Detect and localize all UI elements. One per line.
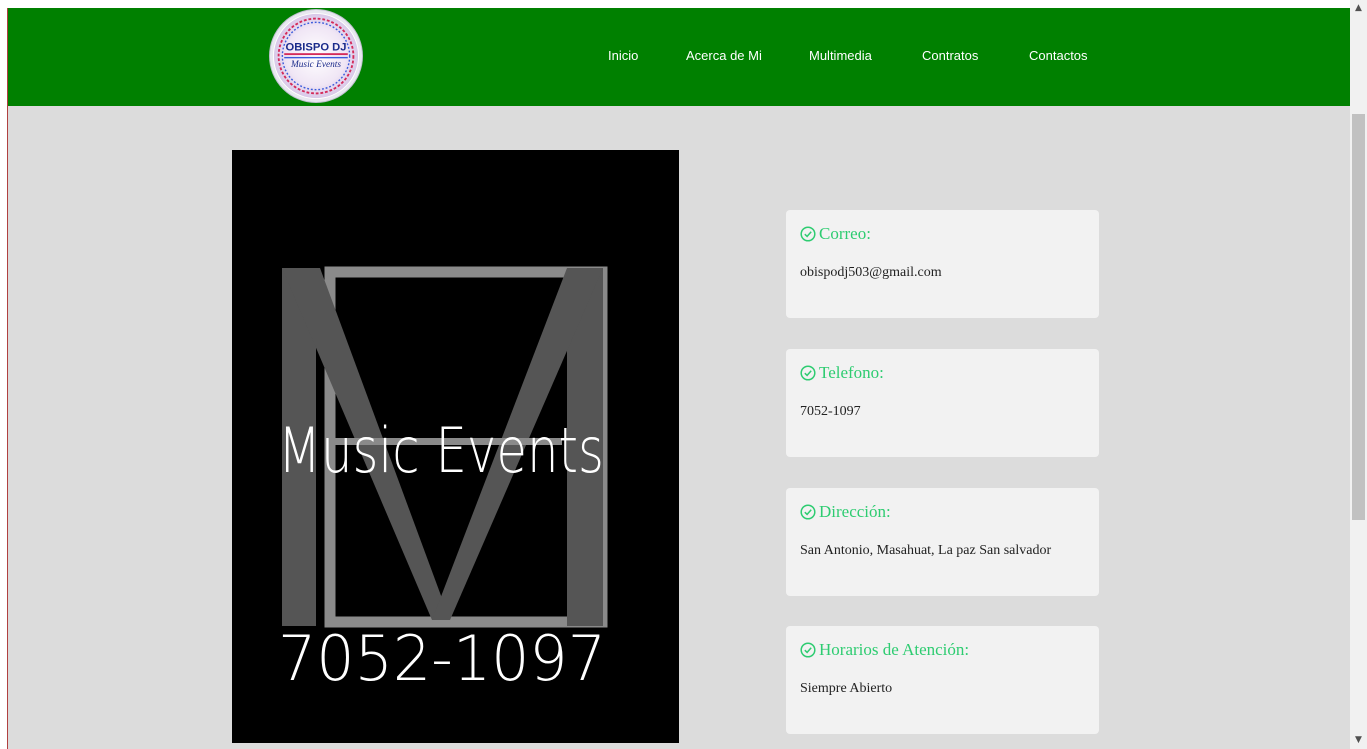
email-value: obispodj503@gmail.com [800, 265, 942, 280]
check-circle-icon [800, 504, 816, 520]
hours-value: Siempre Abierto [800, 681, 893, 696]
contact-card-address: Dirección: San Antonio, Masahuat, La paz… [786, 488, 1099, 596]
email-label: Correo: [819, 224, 871, 243]
contact-card-title: Telefono: [800, 363, 1085, 383]
check-circle-icon [800, 226, 816, 242]
navbar: OBISPO DJ Music Events Inicio Acerca de … [8, 8, 1350, 106]
nav-multimedia[interactable]: Multimedia [809, 48, 872, 63]
nav-menu: Inicio Acerca de Mi Multimedia Contratos… [8, 48, 1350, 68]
vertical-scrollbar[interactable]: ▲ ▼ [1350, 0, 1367, 749]
window-left-edge [0, 8, 8, 749]
nav-contactos[interactable]: Contactos [1029, 48, 1088, 63]
contact-card-title: Horarios de Atención: [800, 640, 1085, 660]
phone-label: Telefono: [819, 363, 884, 382]
nav-inicio[interactable]: Inicio [608, 48, 638, 63]
window-top-strip [0, 0, 1350, 8]
contact-card-phone: Telefono: 7052-1097 [786, 349, 1099, 457]
hours-label: Horarios de Atención: [819, 640, 970, 659]
contact-card-title: Correo: [800, 224, 1085, 244]
chevron-up-icon[interactable]: ▲ [1354, 4, 1363, 13]
chevron-down-icon[interactable]: ▼ [1354, 736, 1363, 745]
check-circle-icon [800, 365, 816, 381]
scrollbar-thumb[interactable] [1352, 114, 1365, 520]
address-label: Dirección: [819, 502, 891, 521]
nav-contratos[interactable]: Contratos [922, 48, 978, 63]
poster-title: Music Events [278, 414, 604, 487]
address-value: San Antonio, Masahuat, La paz San salvad… [800, 543, 1052, 558]
contact-card-title: Dirección: [800, 502, 1085, 522]
nav-acerca-de-mi[interactable]: Acerca de Mi [686, 48, 762, 63]
phone-value: 7052-1097 [800, 404, 861, 419]
poster-phone: 7052-1097 [278, 622, 606, 695]
promo-poster-image: Music Events 7052-1097 [232, 150, 679, 743]
contact-card-hours: Horarios de Atención: Siempre Abierto [786, 626, 1099, 734]
contact-card-email: Correo: obispodj503@gmail.com [786, 210, 1099, 318]
check-circle-icon [800, 642, 816, 658]
poster-graphic: Music Events 7052-1097 [278, 266, 608, 695]
